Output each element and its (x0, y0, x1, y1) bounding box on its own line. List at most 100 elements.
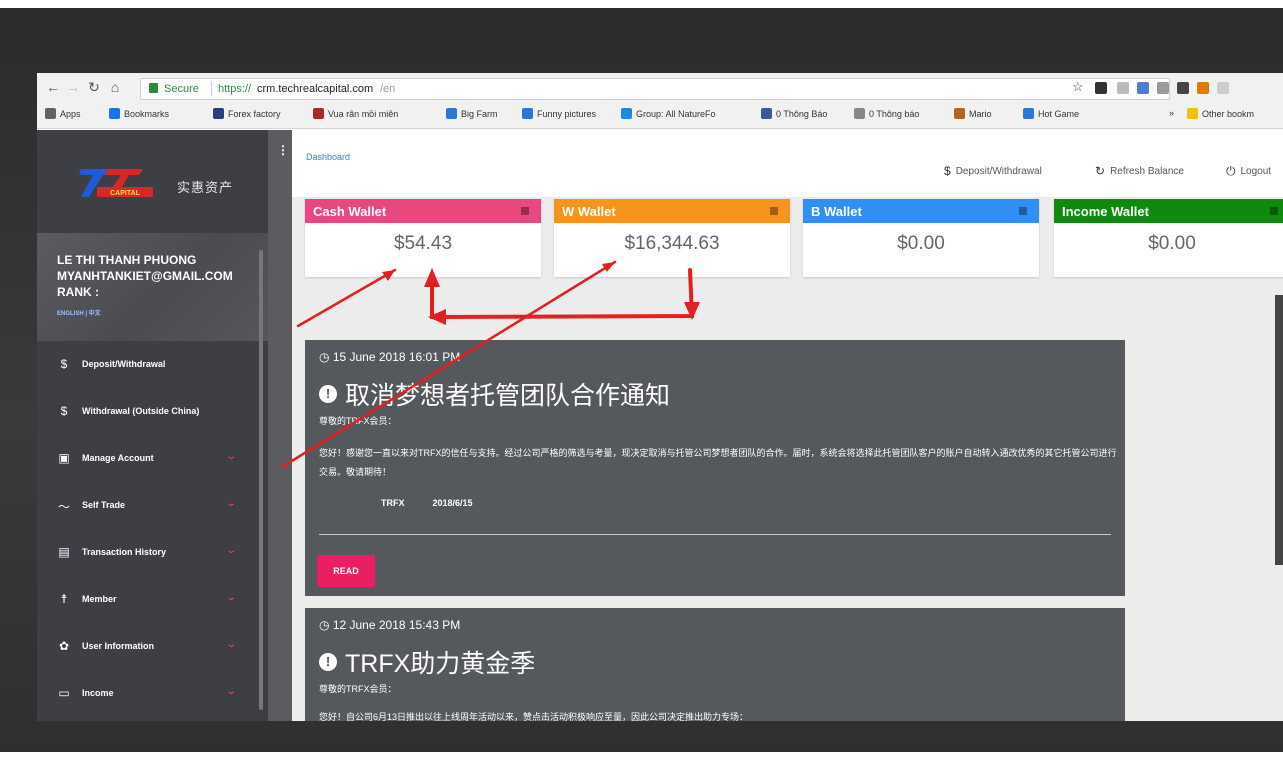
sidebar-item[interactable]: $ Withdrawal (Outside China) (37, 391, 268, 437)
wallet-title: Cash Wallet (313, 204, 387, 219)
wallet-header: W Wallet (554, 199, 790, 223)
extension-icon[interactable] (1137, 82, 1149, 94)
clock-icon: ◷ (319, 618, 333, 632)
bookmark-label: Forex factory (228, 108, 281, 119)
sidebar-item[interactable]: ☨ Member ⌄ (37, 579, 268, 625)
url-host: crm.techrealcapital.com (257, 83, 374, 95)
sidebar-item-label: Withdrawal (Outside China) (82, 406, 200, 416)
sidebar: CAPITAL 实惠资产 LE THI THANH PHUONG MYANHTA… (37, 130, 268, 721)
bookmark-favicon-icon (621, 108, 632, 119)
bookmark-item[interactable]: 0 Thông Báo (761, 108, 827, 119)
bookmark-favicon-icon (761, 108, 772, 119)
announcement-title: ! TRFX助力黄金季 (319, 644, 535, 680)
chevron-down-icon: ⌄ (225, 686, 238, 697)
logout-link[interactable]: ⏻ Logout (1226, 164, 1271, 179)
announcement-date: ◷ 15 June 2018 16:01 PM (319, 350, 461, 364)
photo-border-top (0, 0, 1283, 8)
id-card-icon: ▣ (58, 451, 70, 465)
back-icon[interactable]: ← (45, 79, 61, 95)
wallet-balance: $54.43 (393, 233, 453, 254)
alert-icon: ! (319, 385, 337, 403)
sidebar-item[interactable]: 〜 Self Trade ⌄ (37, 485, 268, 531)
monitor-icon: ▭ (58, 686, 70, 700)
kebab-menu-icon[interactable]: ⋮ (277, 143, 289, 157)
bookmark-item[interactable]: 0 Thông báo (854, 108, 919, 119)
bookmark-label: Mario (969, 108, 992, 119)
sidebar-item-label: Self Trade (82, 500, 126, 510)
sidebar-item[interactable]: ✿ User Information ⌄ (37, 626, 268, 672)
bookmark-item[interactable]: Apps (45, 108, 81, 119)
secure-label: Secure (164, 83, 199, 95)
announcement-card: ◷ 15 June 2018 16:01 PM ! 取消梦想者托管团队合作通知 … (305, 340, 1125, 596)
sidebar-item[interactable]: ▭ Income ⌄ (37, 673, 268, 719)
wallet-header: B Wallet (803, 199, 1039, 223)
breadcrumb[interactable]: Dashboard (306, 152, 350, 162)
wallet-menu-icon[interactable] (521, 207, 529, 215)
clock-icon: ◷ (319, 350, 333, 364)
announcement-signature: TRFX 2018/6/15 (381, 498, 473, 508)
sidebar-item-label: Member (82, 594, 117, 604)
extension-icon[interactable] (1197, 82, 1209, 94)
main-content: Dashboard $ Deposit/Withdrawal ↻ Refresh… (292, 130, 1283, 721)
chevron-down-icon: ⌄ (225, 545, 238, 556)
announcement-title: ! 取消梦想者托管团队合作通知 (319, 376, 670, 412)
refresh-balance-link[interactable]: ↻ Refresh Balance (1095, 164, 1184, 178)
bookmark-item[interactable]: Bookmarks (109, 108, 169, 119)
extension-icon[interactable] (1177, 82, 1189, 94)
sidebar-item[interactable]: ▣ Manage Account ⌄ (37, 438, 268, 484)
wallet-menu-icon[interactable] (1270, 207, 1278, 215)
wallet-card: Income Wallet $0.00 (1054, 199, 1283, 277)
reload-icon[interactable]: ↻ (86, 79, 102, 96)
side-panel-edge (1275, 295, 1283, 565)
home-icon[interactable]: ⌂ (107, 79, 123, 95)
folder-icon (1187, 108, 1198, 119)
address-bar[interactable]: Secure https:// crm.techrealcapital.com … (140, 78, 1170, 100)
bookmark-label: Hot Game (1038, 108, 1080, 119)
sidebar-item[interactable]: ▤ Transaction History ⌄ (37, 532, 268, 578)
wallet-title: Income Wallet (1062, 204, 1149, 219)
extension-icon[interactable] (1157, 82, 1169, 94)
lock-icon (149, 83, 158, 93)
top-bar: Dashboard $ Deposit/Withdrawal ↻ Refresh… (292, 130, 1283, 197)
extension-icon[interactable] (1117, 82, 1129, 94)
wallet-menu-icon[interactable] (1019, 207, 1027, 215)
bookmark-star-icon[interactable]: ☆ (1072, 79, 1084, 95)
wallet-card: W Wallet $16,344.63 (554, 199, 790, 277)
extension-icon[interactable] (1095, 82, 1107, 94)
bookmark-favicon-icon (446, 108, 457, 119)
announcement-body: 您好！自公司6月13日推出以往上线周年活动以来，赞点击活动积极响应至量，因此公司… (319, 712, 749, 721)
bookmark-favicon-icon (45, 108, 56, 119)
bookmarks-overflow-button[interactable]: » (1169, 108, 1174, 118)
language-switch[interactable]: ENGLISH | 中文 (57, 308, 101, 317)
announcement-greeting: 尊敬的TRFX会员： (319, 416, 397, 426)
bookmark-item[interactable]: Group: All NatureFo (621, 108, 716, 119)
deposit-withdrawal-link[interactable]: $ Deposit/Withdrawal (944, 164, 1042, 178)
other-bookmarks[interactable]: Other bookm (1187, 108, 1254, 119)
power-icon: ⏻ (1226, 164, 1236, 178)
url-separator (211, 82, 212, 96)
bookmark-label: Bookmarks (124, 108, 170, 119)
bookmark-favicon-icon (854, 108, 865, 119)
announcement-card: ◷ 12 June 2018 15:43 PM ! TRFX助力黄金季 尊敬的T… (305, 608, 1125, 721)
wallet-menu-icon[interactable] (770, 207, 778, 215)
bookmark-item[interactable]: Forex factory (213, 108, 281, 119)
url-path: /en (380, 83, 396, 95)
bookmark-item[interactable]: Vua rân mồi miên (313, 108, 398, 119)
browser-window: ← → ↻ ⌂ Secure https:// crm.techrealcapi… (37, 73, 1283, 721)
extension-icon[interactable] (1217, 82, 1229, 94)
forward-icon[interactable]: → (65, 79, 81, 95)
announcement-date: ◷ 12 June 2018 15:43 PM (319, 618, 461, 632)
sidebar-scrollbar[interactable] (259, 250, 263, 710)
bookmark-item[interactable]: Big Farm (446, 108, 498, 119)
browser-chrome: ← → ↻ ⌂ Secure https:// crm.techrealcapi… (37, 73, 1283, 129)
sidebar-item-label: Manage Account (82, 453, 154, 463)
read-button[interactable]: READ (317, 555, 375, 587)
sidebar-item-label: Transaction History (82, 547, 167, 557)
bookmark-item[interactable]: Hot Game (1023, 108, 1079, 119)
bookmark-item[interactable]: Mario (954, 108, 992, 119)
bookmark-label: 0 Thông Báo (776, 108, 828, 119)
chevron-down-icon: ⌄ (225, 451, 238, 462)
sidebar-item[interactable]: $ Deposit/Withdrawal (37, 344, 268, 390)
bookmark-item[interactable]: Funny pictures (522, 108, 596, 119)
person-icon: ☨ (60, 592, 68, 606)
